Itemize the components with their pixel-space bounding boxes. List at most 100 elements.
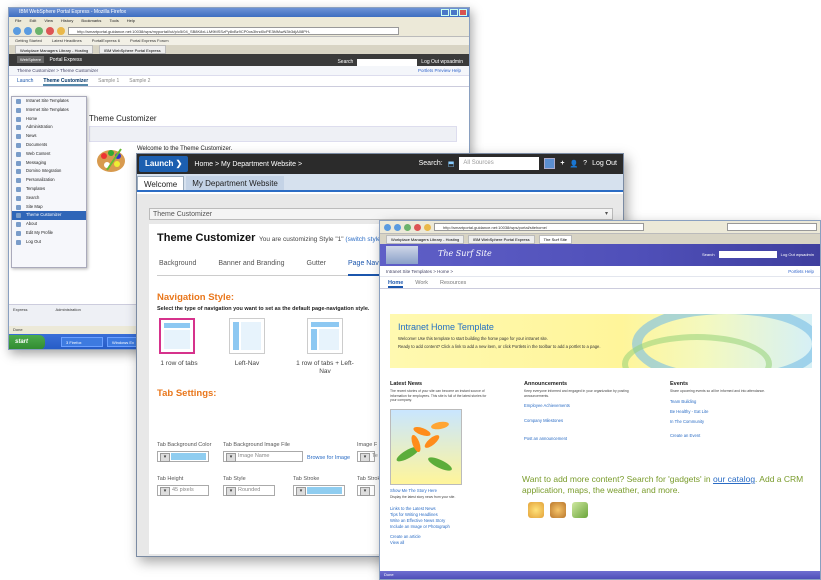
search-icon[interactable] — [544, 158, 556, 169]
tab-sample-2[interactable]: Sample 2 — [129, 76, 150, 86]
header-links[interactable]: Portlets Preview Help — [418, 66, 461, 76]
tab-welcome[interactable]: Welcome — [137, 176, 185, 190]
event-link[interactable]: In The Community — [670, 419, 810, 425]
home-icon[interactable] — [57, 26, 65, 35]
menu-bookmarks[interactable]: Bookmarks — [81, 17, 101, 25]
bookmark-item[interactable]: PortalExpress 6 — [92, 37, 120, 45]
launch-button[interactable]: Launch — [17, 76, 33, 86]
browser-tab[interactable]: Workplace Managers Library - Hosting — [386, 235, 465, 244]
bg-image-field[interactable]: Image Name — [223, 451, 303, 462]
forward-icon[interactable] — [394, 223, 401, 231]
menu-item-personalization[interactable]: Personalization — [12, 176, 86, 185]
event-link[interactable]: Be Healthy - Eat Lite — [670, 409, 810, 415]
stroke-width-field[interactable]: 1 pi — [357, 485, 375, 496]
tab-style-field[interactable]: Rounded — [223, 485, 275, 496]
nav-option-tabs-left-nav[interactable] — [307, 318, 343, 354]
browser-search-input[interactable] — [727, 223, 817, 231]
menu-file[interactable]: File — [15, 17, 21, 25]
tab-height-field[interactable]: 45 pixels — [157, 485, 209, 496]
tab-my-department[interactable]: My Department Website — [186, 176, 284, 190]
reload-icon[interactable] — [35, 26, 43, 35]
address-bar[interactable]: http://smartportal.guidance.net:10038/wp… — [434, 223, 644, 231]
menu-item-news[interactable]: News — [12, 132, 86, 141]
logout-link[interactable]: Log Out — [592, 160, 617, 167]
tab-resources[interactable]: Resources — [440, 277, 466, 288]
browser-tab[interactable]: IBM WebSphere Portal Express — [468, 235, 535, 244]
tab-gutter[interactable]: Gutter — [307, 260, 326, 275]
header-links[interactable]: Portlets Help — [788, 266, 814, 277]
menu-item-search[interactable]: Search — [12, 194, 86, 203]
menu-item-edit-profile[interactable]: Edit My Profile — [12, 229, 86, 238]
breadcrumb[interactable]: Home > My Department Website > — [194, 161, 302, 168]
close-icon[interactable] — [459, 9, 467, 16]
user-icon[interactable]: 👤 — [569, 160, 578, 168]
nav-option-row-of-tabs[interactable] — [159, 318, 195, 354]
help-icon[interactable]: ? — [583, 160, 587, 167]
compass-icon[interactable] — [550, 502, 566, 518]
tab-home[interactable]: Home — [388, 277, 404, 288]
create-event-link[interactable]: Create an Event — [670, 433, 810, 439]
menu-item-administration[interactable]: Administration — [12, 123, 86, 132]
view-all-link[interactable]: View all — [390, 540, 500, 546]
launch-button[interactable]: Launch ❯ — [139, 156, 189, 172]
image-field-partial[interactable]: Te — [357, 451, 378, 462]
tab-sample-1[interactable]: Sample 1 — [98, 76, 119, 86]
menu-item-theme-customizer[interactable]: Theme Customizer — [12, 211, 86, 221]
search-input[interactable] — [357, 58, 418, 66]
switch-style-link[interactable]: (switch style) — [345, 236, 383, 243]
bg-color-picker[interactable] — [157, 451, 209, 462]
browse-image-link[interactable]: Browse for Image — [307, 455, 350, 461]
menu-item-web-content[interactable]: Web Content — [12, 150, 86, 159]
browser-tab[interactable]: IBM WebSphere Portal Express — [99, 45, 166, 54]
menu-edit[interactable]: Edit — [29, 17, 36, 25]
address-bar[interactable]: http://smartportal.guidance.net:10038/wp… — [68, 26, 399, 35]
menu-tools[interactable]: Tools — [109, 17, 118, 25]
logout-link[interactable]: Log Out wpsadmin — [781, 252, 814, 257]
taskbar-item[interactable]: 3 Firefox — [61, 337, 103, 347]
forward-icon[interactable] — [24, 26, 32, 35]
tab-work[interactable]: Work — [415, 277, 428, 288]
menu-item-documents[interactable]: Documents — [12, 141, 86, 150]
search-scope-icon[interactable]: ⬒ — [448, 160, 455, 168]
tab-theme-customizer[interactable]: Theme Customizer — [43, 76, 89, 86]
menu-item-messaging[interactable]: Messaging — [12, 159, 86, 168]
menu-item-site-map[interactable]: Site Map — [12, 203, 86, 212]
minimize-icon[interactable] — [441, 9, 449, 16]
menu-item-internet-templates[interactable]: Internet Site Templates — [12, 106, 86, 115]
checklist-icon[interactable] — [572, 502, 588, 518]
stop-icon[interactable] — [46, 26, 54, 35]
browser-tab[interactable]: The Surf Site — [538, 235, 572, 244]
bookmark-item[interactable]: Portal Express Forum — [130, 37, 169, 45]
start-button[interactable]: start — [9, 335, 45, 349]
breadcrumb-text[interactable]: Intranet Site Templates > Home > — [386, 269, 453, 274]
back-icon[interactable] — [384, 223, 391, 231]
announcement-link[interactable]: Company Milestones — [524, 418, 654, 424]
event-link[interactable]: Team Building — [670, 399, 810, 405]
home-icon[interactable] — [424, 223, 431, 231]
search-input[interactable] — [718, 251, 777, 258]
maximize-icon[interactable] — [450, 9, 458, 16]
stop-icon[interactable] — [414, 223, 421, 231]
menu-help[interactable]: Help — [127, 17, 135, 25]
tab-stroke-picker[interactable] — [293, 485, 345, 496]
nav-option-left-nav[interactable] — [229, 318, 265, 354]
tab-banner-branding[interactable]: Banner and Branding — [218, 260, 284, 275]
catalog-link[interactable]: our catalog — [713, 474, 755, 484]
tab-background[interactable]: Background — [159, 260, 196, 275]
menu-item-about[interactable]: About — [12, 220, 86, 229]
weather-icon[interactable] — [528, 502, 544, 518]
chevron-down-icon[interactable]: ▾ — [605, 209, 608, 220]
news-link[interactable]: Include an Image or Photograph — [390, 524, 500, 530]
menu-history[interactable]: History — [61, 17, 73, 25]
menu-item-log-out[interactable]: Log Out — [12, 238, 86, 247]
browser-tab[interactable]: Workplace Managers Library - Hosting — [15, 45, 94, 54]
breadcrumb-text[interactable]: Theme Customizer > Theme Customizer — [17, 68, 98, 73]
menu-item-home[interactable]: Home — [12, 115, 86, 124]
menu-item-templates[interactable]: Templates — [12, 185, 86, 194]
back-icon[interactable] — [13, 26, 21, 35]
post-announcement-link[interactable]: Post an announcement — [524, 436, 654, 442]
search-input[interactable]: All Sources — [459, 157, 540, 170]
bookmark-item[interactable]: Getting Started — [15, 37, 42, 45]
bookmark-item[interactable]: Latest Headlines — [52, 37, 82, 45]
menu-item-domino[interactable]: Domino Integration — [12, 167, 86, 176]
